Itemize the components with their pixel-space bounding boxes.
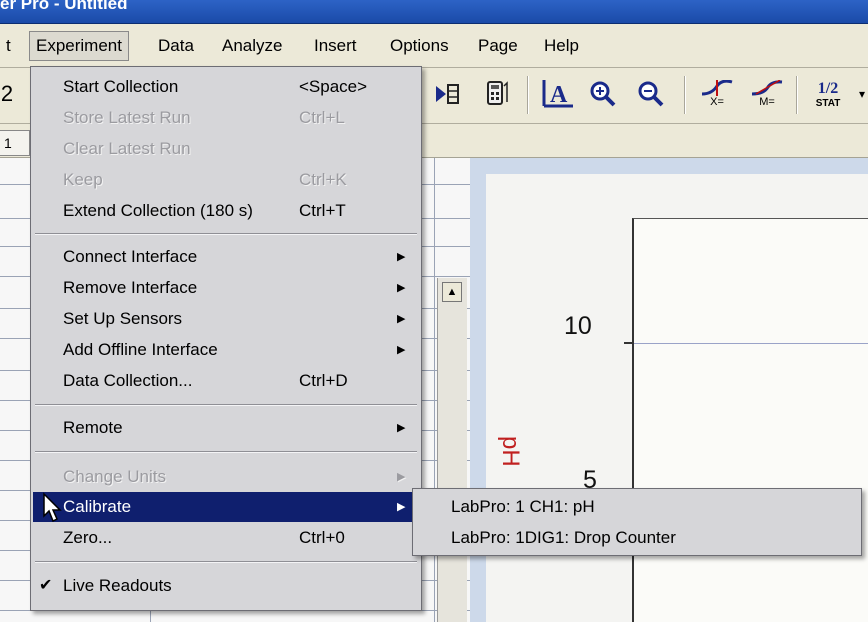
calibrate-submenu: LabPro: 1 CH1: pH LabPro: 1DIG1: Drop Co… bbox=[412, 488, 862, 556]
menu-separator bbox=[35, 561, 417, 563]
menu-edit[interactable]: t bbox=[0, 31, 17, 61]
toolbar-separator bbox=[527, 76, 529, 114]
menu-data[interactable]: Data bbox=[152, 31, 200, 61]
menu-bar: t Experiment Data Analyze Insert Options… bbox=[0, 24, 868, 68]
tangent-label: M= bbox=[759, 96, 775, 108]
menu-data-collection[interactable]: Data Collection... Ctrl+D bbox=[31, 366, 421, 396]
menu-set-up-sensors[interactable]: Set Up Sensors ▶ bbox=[31, 304, 421, 334]
statistics-icon[interactable]: 1/2 STAT bbox=[806, 78, 850, 110]
page-tab-1[interactable]: 1 bbox=[0, 130, 30, 156]
menu-item-shortcut: Ctrl+K bbox=[299, 170, 347, 189]
menu-item-label: Store Latest Run bbox=[63, 108, 191, 127]
menu-item-label: Clear Latest Run bbox=[63, 139, 191, 158]
menu-analyze[interactable]: Analyze bbox=[216, 31, 288, 61]
zoom-in-icon[interactable] bbox=[588, 78, 618, 110]
menu-item-shortcut: Ctrl+0 bbox=[299, 528, 345, 547]
menu-connect-interface[interactable]: Connect Interface ▶ bbox=[31, 242, 421, 272]
menu-item-label: Remove Interface bbox=[63, 278, 198, 297]
menu-zero[interactable]: Zero... Ctrl+0 bbox=[31, 523, 421, 553]
menu-insert[interactable]: Insert bbox=[308, 31, 363, 61]
menu-extend-collection[interactable]: Extend Collection (180 s) Ctrl+T bbox=[31, 196, 421, 226]
experiment-menu: Start Collection <Space> Store Latest Ru… bbox=[30, 66, 422, 611]
y-axis-label[interactable]: pH bbox=[496, 436, 524, 467]
submenu-arrow-icon: ▶ bbox=[397, 313, 406, 325]
svg-text:A: A bbox=[550, 82, 568, 108]
toolbar-separator bbox=[796, 76, 798, 114]
menu-item-label: Live Readouts bbox=[63, 576, 172, 595]
menu-item-label: Connect Interface bbox=[63, 247, 198, 266]
toolbar-partial-icon[interactable]: 2 bbox=[0, 78, 14, 110]
menu-change-units: Change Units ▶ bbox=[31, 462, 421, 492]
submenu-arrow-icon: ▶ bbox=[397, 471, 406, 483]
toolbar-overflow-icon[interactable]: ▾ bbox=[856, 78, 868, 110]
collect-step-icon[interactable] bbox=[432, 78, 462, 110]
menu-experiment[interactable]: Experiment bbox=[29, 31, 129, 61]
menu-item-label: Remote bbox=[63, 418, 123, 437]
menu-item-label: Keep bbox=[63, 170, 103, 189]
menu-live-readouts[interactable]: ✔ Live Readouts bbox=[31, 571, 421, 601]
submenu-arrow-icon: ▶ bbox=[397, 344, 406, 356]
submenu-arrow-icon: ▶ bbox=[397, 282, 406, 294]
menu-item-shortcut: Ctrl+T bbox=[299, 201, 346, 220]
plot-area[interactable] bbox=[624, 218, 868, 622]
table-scrollbar[interactable]: ▲ bbox=[437, 278, 467, 622]
menu-remove-interface[interactable]: Remove Interface ▶ bbox=[31, 273, 421, 303]
menu-item-label: Set Up Sensors bbox=[63, 309, 183, 328]
menu-item-label: Extend Collection (180 s) bbox=[63, 201, 253, 220]
title-bar: er Pro - Untitled bbox=[0, 0, 868, 24]
menu-separator bbox=[35, 233, 417, 235]
submenu-item-ch1-ph[interactable]: LabPro: 1 CH1: pH bbox=[413, 492, 861, 522]
stat-symbol: 1/2 bbox=[817, 79, 839, 97]
submenu-arrow-icon: ▶ bbox=[397, 422, 406, 434]
stat-label: STAT bbox=[815, 97, 841, 109]
menu-separator bbox=[35, 451, 417, 453]
autoscale-icon[interactable]: A bbox=[540, 78, 576, 110]
submenu-item-dig1-drop-counter[interactable]: LabPro: 1DIG1: Drop Counter bbox=[413, 523, 861, 553]
submenu-arrow-icon: ▶ bbox=[397, 251, 406, 263]
menu-item-label: Zero... bbox=[63, 528, 113, 547]
menu-item-shortcut: Ctrl+D bbox=[299, 371, 348, 390]
y-tick-label: 10 bbox=[564, 312, 592, 340]
menu-store-latest-run: Store Latest Run Ctrl+L bbox=[31, 103, 421, 133]
examine-icon[interactable]: X= bbox=[696, 78, 738, 110]
menu-item-label: Change Units bbox=[63, 467, 167, 486]
examine-label: X= bbox=[710, 96, 724, 108]
menu-clear-latest-run: Clear Latest Run bbox=[31, 134, 421, 164]
tangent-icon[interactable]: M= bbox=[746, 78, 788, 110]
menu-calibrate[interactable]: Calibrate ▶ bbox=[33, 492, 419, 522]
menu-item-label: Data Collection... bbox=[63, 371, 193, 390]
menu-item-shortcut: <Space> bbox=[299, 77, 368, 96]
mouse-pointer-icon bbox=[42, 492, 64, 529]
menu-item-label: Start Collection bbox=[63, 77, 179, 96]
menu-keep: Keep Ctrl+K bbox=[31, 165, 421, 195]
menu-item-label: Add Offline Interface bbox=[63, 340, 218, 359]
checkmark-icon: ✔ bbox=[39, 577, 53, 594]
y-tick bbox=[624, 342, 634, 344]
menu-options[interactable]: Options bbox=[384, 31, 455, 61]
menu-help[interactable]: Help bbox=[538, 31, 585, 61]
calculator-icon[interactable] bbox=[482, 78, 512, 110]
toolbar-separator bbox=[684, 76, 686, 114]
menu-start-collection[interactable]: Start Collection <Space> bbox=[31, 72, 421, 102]
menu-item-shortcut: Ctrl+L bbox=[299, 108, 345, 127]
menu-separator bbox=[35, 404, 417, 406]
menu-item-label: Calibrate bbox=[63, 497, 132, 516]
menu-add-offline-interface[interactable]: Add Offline Interface ▶ bbox=[31, 335, 421, 365]
window-title: er Pro - Untitled bbox=[0, 0, 128, 13]
y-gridline bbox=[634, 343, 868, 344]
submenu-arrow-icon: ▶ bbox=[397, 501, 406, 513]
scroll-up-arrow-icon[interactable]: ▲ bbox=[442, 282, 462, 302]
menu-remote[interactable]: Remote ▶ bbox=[31, 413, 421, 443]
menu-page[interactable]: Page bbox=[472, 31, 524, 61]
zoom-out-icon[interactable] bbox=[636, 78, 666, 110]
